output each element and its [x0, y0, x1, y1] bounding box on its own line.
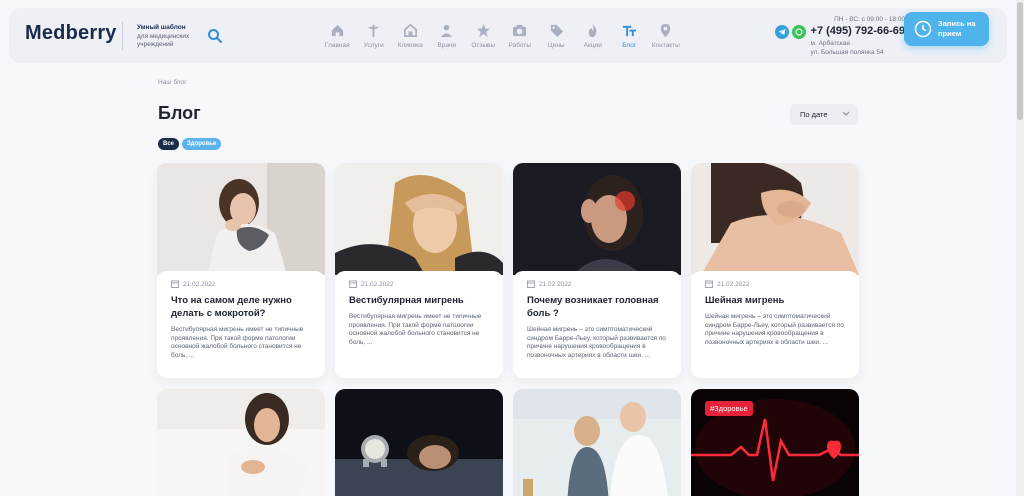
home-icon [331, 24, 343, 37]
header-divider [122, 22, 123, 50]
blog-card[interactable]: 21.02.2022 Шейная мигрень Шейная мигрень… [691, 163, 859, 378]
card-date: 21.02.2022 [527, 280, 667, 288]
card-date: 21.02.2022 [171, 280, 311, 288]
card-excerpt: Вестибулярная мигрень имеет не типичные … [171, 326, 304, 359]
nav-label: Цены [547, 42, 565, 49]
card-body: 21.02.2022 Шейная мигрень Шейная мигрень… [691, 271, 859, 378]
telegram-icon[interactable] [775, 25, 789, 39]
card-title[interactable]: Шейная мигрень [705, 294, 845, 307]
nav-item-reviews[interactable]: Отзывы [465, 23, 502, 49]
phone-number[interactable]: +7 (495) 792-66-69 [811, 25, 905, 37]
nav-label: Отзывы [471, 42, 496, 49]
card-image [335, 163, 503, 275]
main-nav: Главная Услуги Клиника Врачи Отзывы Рабо… [319, 23, 684, 49]
blog-card-image[interactable] [157, 389, 325, 496]
card-date-text: 21.02.2022 [183, 280, 216, 288]
nav-item-clinic[interactable]: Клиника [392, 23, 429, 49]
category-filters: Все Здоровье [158, 138, 222, 150]
blog-card-image[interactable] [335, 389, 503, 496]
search-icon[interactable] [207, 28, 223, 44]
nav-item-promos[interactable]: Акции [575, 23, 612, 49]
card-date-text: 21.02.2022 [361, 280, 394, 288]
calendar-icon [705, 280, 713, 288]
nav-item-home[interactable]: Главная [319, 23, 356, 49]
appointment-button[interactable]: Запись на прием [904, 12, 989, 46]
camera-icon [513, 24, 527, 37]
nav-item-services[interactable]: Услуги [356, 23, 393, 49]
doctor-icon [441, 24, 453, 38]
card-image [157, 163, 325, 275]
nav-item-blog[interactable]: Блог [611, 23, 648, 49]
chevron-down-icon [842, 109, 850, 119]
whatsapp-icon[interactable] [792, 25, 806, 39]
working-hours: ПН - ВС: с 09:00 - 18:00 [834, 16, 905, 23]
sort-select[interactable]: По дате [790, 104, 858, 125]
calendar-icon [527, 280, 535, 288]
appointment-label: Запись на прием [938, 19, 976, 38]
card-date-text: 21.02.2022 [717, 280, 750, 288]
clock-icon [914, 20, 932, 38]
street-address: ул. Большая полянка 54 [810, 49, 884, 56]
nav-item-works[interactable]: Работы [502, 23, 539, 49]
metro: м. Арбатская [810, 40, 850, 47]
logo[interactable]: Medberry [25, 22, 117, 45]
tagline-text: для медицинских учреждений [137, 32, 190, 49]
card-excerpt: Вестибулярная мигрень имеет не типичные … [349, 313, 482, 346]
category-badge[interactable]: #Здоровье [705, 401, 753, 416]
page-title: Блог [158, 103, 201, 123]
blog-card[interactable]: 21.02.2022 Вестибулярная мигрень Вестибу… [335, 163, 503, 378]
nav-item-contacts[interactable]: Контакты [648, 23, 685, 49]
card-excerpt: Шейная мигрень – это симптоматический си… [705, 313, 844, 346]
filter-health[interactable]: Здоровье [182, 138, 222, 150]
nav-label: Работы [508, 42, 532, 49]
nav-item-prices[interactable]: Цены [538, 23, 575, 49]
card-body: 21.02.2022 Что на самом деле нужно делат… [157, 271, 325, 378]
text-icon [622, 25, 636, 37]
nav-label: Акции [583, 42, 602, 49]
fire-icon [589, 23, 597, 38]
card-date: 21.02.2022 [705, 280, 845, 288]
blog-card[interactable]: 21.02.2022 Почему возникает головная бол… [513, 163, 681, 378]
map-pin-icon [661, 23, 671, 38]
nav-label: Врачи [437, 42, 456, 49]
tagline: Умный шаблон для медицинских учреждений [137, 24, 217, 50]
address: м. Арбатская ул. Большая полянка 54 [811, 39, 905, 57]
blog-card[interactable]: 21.02.2022 Что на самом деле нужно делат… [157, 163, 325, 378]
card-date: 21.02.2022 [349, 280, 489, 288]
tagline-bold: Умный шаблон [137, 24, 186, 31]
calendar-icon [349, 280, 357, 288]
clinic-icon [403, 23, 417, 37]
caduceus-icon [368, 24, 380, 38]
card-image [513, 163, 681, 275]
contact-block: ПН - ВС: с 09:00 - 18:00 +7 (495) 792-66… [811, 16, 905, 57]
card-date-text: 21.02.2022 [539, 280, 572, 288]
nav-label: Клиника [397, 42, 423, 49]
tag-icon [550, 24, 563, 38]
card-image [691, 163, 859, 275]
blog-card-image[interactable]: #Здоровье [691, 389, 859, 496]
card-excerpt: Шейная мигрень – это симптоматический си… [527, 326, 666, 359]
sort-label: По дате [800, 110, 828, 119]
nav-label: Услуги [363, 42, 384, 49]
card-title[interactable]: Что на самом деле нужно делать с мокрото… [171, 294, 311, 320]
star-icon [476, 23, 490, 38]
scrollbar-thumb[interactable] [1017, 2, 1023, 120]
card-title[interactable]: Почему возникает головная боль ? [527, 294, 667, 320]
nav-label: Блог [622, 42, 637, 49]
filter-all[interactable]: Все [158, 138, 180, 150]
scrollbar[interactable] [1016, 0, 1024, 496]
card-body: 21.02.2022 Вестибулярная мигрень Вестибу… [335, 271, 503, 378]
site-header: Medberry Умный шаблон для медицинских уч… [9, 8, 1007, 63]
card-title[interactable]: Вестибулярная мигрень [349, 294, 489, 307]
nav-label: Главная [324, 42, 350, 49]
blog-card-image[interactable] [513, 389, 681, 496]
nav-label: Контакты [651, 42, 680, 49]
breadcrumb[interactable]: Наш блог [158, 79, 187, 86]
card-body: 21.02.2022 Почему возникает головная бол… [513, 271, 681, 378]
calendar-icon [171, 280, 179, 288]
social-links [775, 25, 806, 39]
nav-item-doctors[interactable]: Врачи [429, 23, 466, 49]
